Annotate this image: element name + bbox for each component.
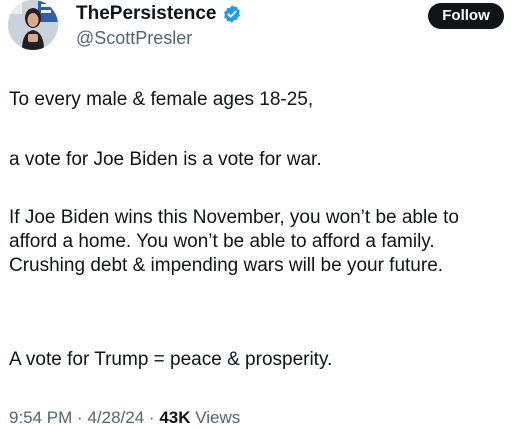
tweet-paragraph: To every male & female ages 18-25,	[9, 89, 314, 110]
verified-badge-icon	[222, 4, 242, 24]
tweet-date[interactable]: 4/28/24	[87, 408, 144, 427]
tweet-meta: 9:54 PM · 4/28/24 · 43K Views	[9, 408, 240, 428]
author-handle[interactable]: @ScottPresler	[76, 28, 192, 49]
author-name-row: ThePersistence	[76, 3, 242, 25]
views-label: Views	[195, 408, 241, 427]
avatar[interactable]	[8, 0, 58, 50]
views-count: 43K	[159, 408, 191, 427]
meta-separator: ·	[148, 408, 155, 427]
follow-button[interactable]: Follow	[428, 3, 504, 29]
tweet-paragraph: a vote for Joe Biden is a vote for war.	[9, 149, 322, 170]
tweet-time[interactable]: 9:54 PM	[9, 408, 72, 427]
avatar-photo	[8, 0, 58, 50]
tweet-paragraph: If Joe Biden wins this November, you won…	[9, 207, 459, 276]
tweet-card: ThePersistence @ScottPresler Follow To e…	[0, 0, 512, 428]
meta-separator: ·	[77, 408, 83, 427]
tweet-paragraph: A vote for Trump = peace & prosperity.	[9, 349, 333, 370]
author-display-name[interactable]: ThePersistence	[76, 3, 216, 25]
